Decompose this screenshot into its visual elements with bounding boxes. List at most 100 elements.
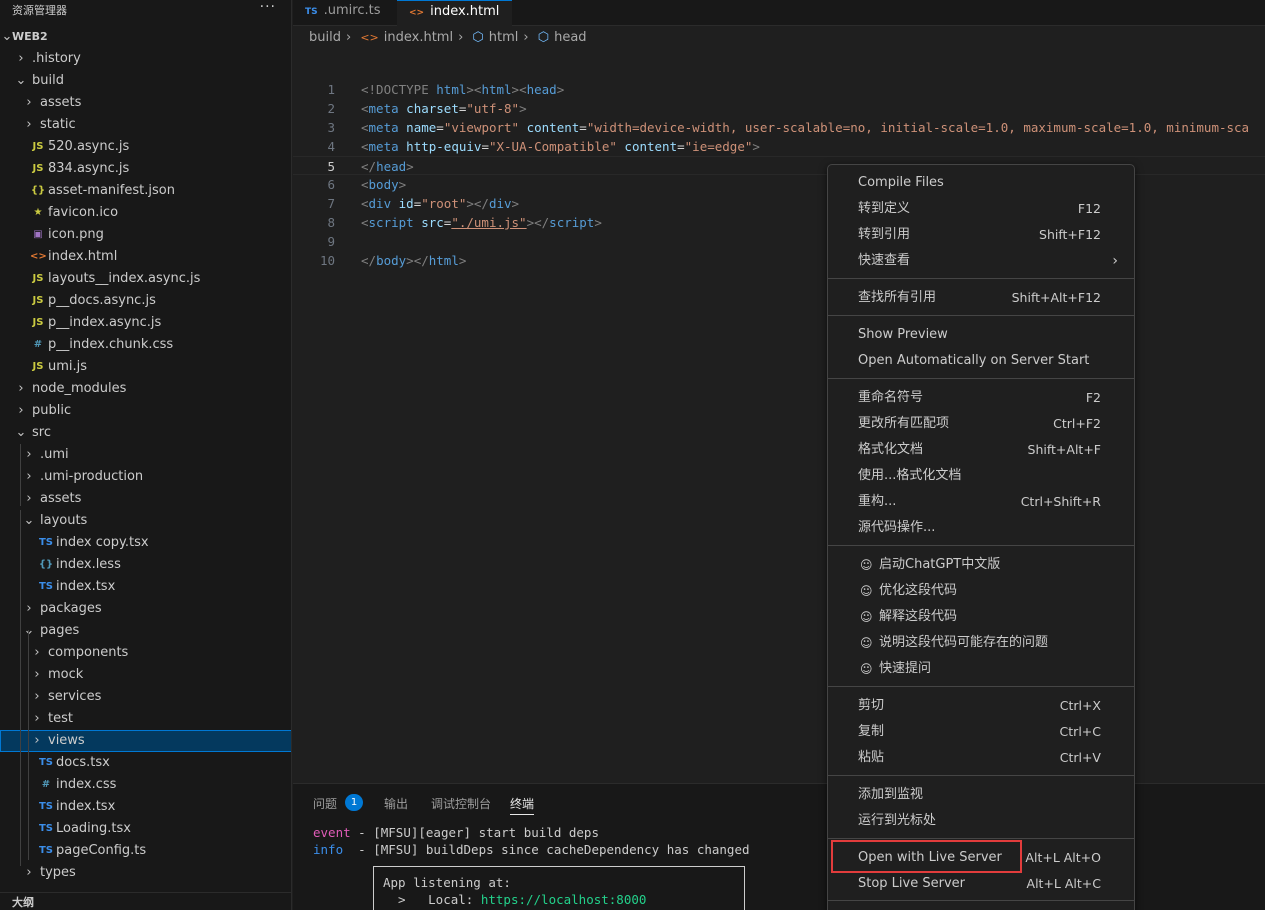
menu-item[interactable]: ☺ 快速提问 bbox=[832, 657, 1130, 681]
tree-folder[interactable]: › assets bbox=[0, 488, 291, 510]
tree-file[interactable]: TS index copy.tsx bbox=[0, 532, 291, 554]
menu-item[interactable]: 更改所有匹配项 Ctrl+F2 bbox=[832, 412, 1130, 436]
menu-item[interactable]: 查找所有引用 Shift+Alt+F12 bbox=[832, 286, 1130, 310]
tree-file[interactable]: JS 520.async.js bbox=[0, 136, 291, 158]
panel-tab-problems[interactable]: 问题 bbox=[313, 795, 337, 815]
menu-item-label: 运行到光标处 bbox=[858, 813, 937, 828]
tree-item-label: p__docs.async.js bbox=[48, 293, 156, 308]
menu-item[interactable]: 转到定义 F12 bbox=[832, 197, 1130, 221]
tree-file[interactable]: JS p__index.async.js bbox=[0, 312, 291, 334]
menu-item[interactable]: ☺ 说明这段代码可能存在的问题 bbox=[832, 631, 1130, 655]
menu-item-label: 查找所有引用 bbox=[858, 290, 937, 305]
menu-item[interactable]: 复制 Ctrl+C bbox=[832, 720, 1130, 744]
menu-item-shortcut: Ctrl+X bbox=[1059, 698, 1101, 713]
tree-file[interactable]: TS pageConfig.ts bbox=[0, 840, 291, 862]
indent-guide bbox=[20, 444, 21, 506]
breadcrumb-item[interactable]: head bbox=[554, 30, 586, 45]
tab-umirc[interactable]: TS .umirc.ts bbox=[293, 0, 397, 26]
tree-file[interactable]: # index.css bbox=[0, 774, 291, 796]
menu-item[interactable]: 粘贴 Ctrl+V bbox=[832, 746, 1130, 770]
tree-file[interactable]: {} index.less bbox=[0, 554, 291, 576]
line-number: 5 bbox=[327, 159, 335, 174]
menu-item[interactable]: Compile Files bbox=[832, 171, 1130, 195]
tree-file[interactable]: # p__index.chunk.css bbox=[0, 334, 291, 356]
menu-item[interactable]: 剪切 Ctrl+X bbox=[832, 694, 1130, 718]
html-file-icon: <> bbox=[360, 31, 379, 44]
tree-folder[interactable]: › components bbox=[0, 642, 291, 664]
chatgpt-icon: ☺ bbox=[860, 636, 873, 650]
menu-item[interactable]: 源代码操作... bbox=[832, 516, 1130, 540]
tree-file[interactable]: ▣ icon.png bbox=[0, 224, 291, 246]
tree-file[interactable]: TS index.tsx bbox=[0, 576, 291, 598]
tree-folder[interactable]: ⌄ layouts bbox=[0, 510, 291, 532]
breadcrumb-item[interactable]: html bbox=[489, 30, 519, 45]
menu-item[interactable]: Stop Live Server Alt+L Alt+C bbox=[832, 872, 1130, 896]
tree-folder[interactable]: › packages bbox=[0, 598, 291, 620]
menu-item[interactable]: 使用...格式化文档 bbox=[832, 464, 1130, 488]
listen-local-url[interactable]: https://localhost:8000 bbox=[481, 892, 647, 907]
menu-item[interactable]: 添加到监视 bbox=[832, 783, 1130, 807]
tree-folder[interactable]: › test bbox=[0, 708, 291, 730]
code-token: </ bbox=[361, 253, 377, 268]
tree-folder[interactable]: ⌄ src bbox=[0, 422, 291, 444]
panel-tab-debug-console[interactable]: 调试控制台 bbox=[431, 795, 491, 815]
menu-item[interactable]: 快速查看 › bbox=[832, 249, 1130, 273]
tree-folder[interactable]: › static bbox=[0, 114, 291, 136]
outline-section[interactable]: 大纲 bbox=[0, 892, 291, 910]
listen-box: App listening at: > Local: https://local… bbox=[373, 866, 745, 910]
tree-file[interactable]: TS index.tsx bbox=[0, 796, 291, 818]
menu-item[interactable]: 格式化文档 Shift+Alt+F bbox=[832, 438, 1130, 462]
line-number: 4 bbox=[327, 139, 335, 154]
tree-folder[interactable]: › mock bbox=[0, 664, 291, 686]
menu-item[interactable]: 重命名符号 F2 bbox=[832, 386, 1130, 410]
breadcrumb-item[interactable]: index.html bbox=[384, 30, 453, 45]
tab-index-html[interactable]: <> index.html bbox=[397, 0, 512, 26]
symbol-cube-icon: ⬡ bbox=[537, 30, 550, 45]
menu-item[interactable]: 重构... Ctrl+Shift+R bbox=[832, 490, 1130, 514]
menu-item[interactable]: Open with Live Server Alt+L Alt+O bbox=[832, 846, 1130, 870]
code-token: > bbox=[519, 101, 527, 116]
workspace-root[interactable]: ⌄ WEB2 bbox=[0, 26, 291, 48]
menu-item[interactable]: ☺ 解释这段代码 bbox=[832, 605, 1130, 629]
code-token: html bbox=[481, 82, 512, 97]
breadcrumb-item[interactable]: build bbox=[309, 30, 341, 45]
tree-file[interactable]: {} asset-manifest.json bbox=[0, 180, 291, 202]
chevron-right-icon: › bbox=[34, 733, 40, 748]
outline-section-label: 大纲 bbox=[12, 896, 34, 909]
menu-item[interactable]: Open Automatically on Server Start bbox=[832, 349, 1130, 373]
tree-file[interactable]: JS layouts__index.async.js bbox=[0, 268, 291, 290]
menu-separator bbox=[828, 378, 1134, 379]
tree-folder[interactable]: › .umi-production bbox=[0, 466, 291, 488]
tree-file[interactable]: JS p__docs.async.js bbox=[0, 290, 291, 312]
tree-file[interactable]: <> index.html bbox=[0, 246, 291, 268]
tree-folder[interactable]: › services bbox=[0, 686, 291, 708]
menu-item[interactable]: Show Preview bbox=[832, 323, 1130, 347]
tree-folder[interactable]: › .umi bbox=[0, 444, 291, 466]
tree-folder[interactable]: ⌄ build bbox=[0, 70, 291, 92]
chevron-right-icon: › bbox=[34, 711, 40, 726]
tree-file[interactable]: JS 834.async.js bbox=[0, 158, 291, 180]
chevron-down-icon: ⌄ bbox=[23, 623, 35, 638]
tree-file[interactable]: TS docs.tsx bbox=[0, 752, 291, 774]
code-text: <meta http-equiv="X-UA-Compatible" conte… bbox=[361, 137, 760, 156]
tree-item-label: 520.async.js bbox=[48, 139, 130, 154]
panel-tab-terminal[interactable]: 终端 bbox=[510, 795, 535, 815]
tree-file[interactable]: JS umi.js bbox=[0, 356, 291, 378]
code-token: head bbox=[376, 159, 407, 174]
more-actions-icon[interactable]: ··· bbox=[260, 0, 276, 15]
tree-folder[interactable]: › types bbox=[0, 862, 291, 884]
tree-file[interactable]: ★ favicon.ico bbox=[0, 202, 291, 224]
menu-item[interactable]: ☺ 优化这段代码 bbox=[832, 579, 1130, 603]
tree-folder[interactable]: › node_modules bbox=[0, 378, 291, 400]
tree-folder[interactable]: ⌄ pages bbox=[0, 620, 291, 642]
tree-folder[interactable]: › assets bbox=[0, 92, 291, 114]
menu-item[interactable]: 运行到光标处 bbox=[832, 809, 1130, 833]
tree-folder[interactable]: › public bbox=[0, 400, 291, 422]
tree-folder[interactable]: › views bbox=[0, 730, 291, 752]
menu-item[interactable]: ☺ 启动ChatGPT中文版 bbox=[832, 553, 1130, 577]
js-file-icon: JS bbox=[32, 295, 44, 306]
tree-folder[interactable]: › .history bbox=[0, 48, 291, 70]
panel-tab-output[interactable]: 输出 bbox=[384, 795, 408, 815]
menu-item[interactable]: 转到引用 Shift+F12 bbox=[832, 223, 1130, 247]
tree-file[interactable]: TS Loading.tsx bbox=[0, 818, 291, 840]
